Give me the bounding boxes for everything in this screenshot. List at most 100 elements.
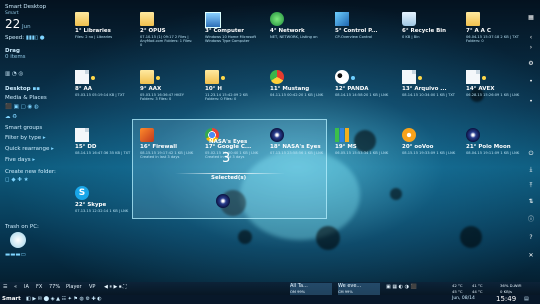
chart-icon[interactable]: ▥ xyxy=(5,71,10,77)
text-file-icon xyxy=(402,70,416,84)
chevron-right-icon[interactable]: › xyxy=(527,44,535,52)
clock-time[interactable]: 15:49 xyxy=(496,295,516,303)
desktop-icon-aac[interactable]: 7° A A C 06.04.15 15:37:18 2 KB | TXT Fo… xyxy=(466,12,528,48)
desktop-icon-google-chrome[interactable]: 17° Google C... 05.02.15 19:00:40 1 KB |… xyxy=(205,128,267,164)
download-icon[interactable]: ⤓ xyxy=(527,166,535,174)
quick-rearrange-label: Quick rearrange xyxy=(5,146,50,152)
text-file-icon xyxy=(75,70,89,84)
clock-month: Jun xyxy=(22,24,31,30)
dot-icon[interactable]: • xyxy=(527,98,535,106)
quick-rearrange-item[interactable]: Quick rearrange ▸ xyxy=(5,146,54,152)
five-days-item[interactable]: Five days ▸ xyxy=(5,157,35,163)
polo-moon-icon xyxy=(466,128,480,142)
media-places-item[interactable]: Media & Places xyxy=(5,95,47,101)
start-button[interactable]: Smart xyxy=(2,296,21,302)
item-name: 7° A A C xyxy=(466,28,491,34)
item-name: 6° Recycle Bin xyxy=(402,28,447,34)
taskbar-menu-icon[interactable]: ☰ xyxy=(3,284,7,290)
quick-ia[interactable]: IA xyxy=(24,284,29,290)
tray-icons[interactable]: ▣ ▦ ◐ ◑ ⬛ xyxy=(386,284,417,290)
desktop-icon-nasas-eyes[interactable]: 18° NASA's Eyes 07.13.15 23:58:56 1 KB |… xyxy=(270,128,332,164)
item-name: 21° Polo Moon xyxy=(466,144,511,150)
close-icon[interactable]: ✕ xyxy=(527,252,535,260)
desktop-icon-opus[interactable]: 2° OPUS 07.10.15 (1) 09:17 2 Files | Any… xyxy=(140,12,202,48)
five-days-toggle-icon[interactable]: ▸ xyxy=(32,157,35,163)
desktop-icon-network[interactable]: 4° Network NET, NETWORK, Listing on xyxy=(270,12,332,48)
create-folder-icons[interactable]: ◻ ◆ ✚ ★ xyxy=(5,177,29,183)
taskbar-prev-icon[interactable]: « xyxy=(14,284,17,290)
panel-title: Smart Desktop xyxy=(5,4,47,10)
desktop-icon-avex[interactable]: 14° AVEX 06.28.15 15:26:09 1 KB | LNK xyxy=(466,70,528,106)
panda-icon xyxy=(335,70,349,84)
desktop-icon-dd[interactable]: 15° DD 08.14.15 16:47:36 35 KB | TXT xyxy=(75,128,137,164)
quick-fx[interactable]: FX xyxy=(36,284,42,290)
item-meta: NET, NETWORK, Listing on xyxy=(270,35,318,39)
item-meta: 07.13.15 23:58:56 1 KB | LNK xyxy=(270,151,324,155)
chevron-left-icon[interactable]: ‹ xyxy=(527,34,535,42)
desktop-icon-aax[interactable]: 9° AAX 05.03.15 16:36:47 HKEY Folders: 3… xyxy=(140,70,202,106)
desktop-icon-aa[interactable]: 8° AA 05.03.15 05:19:14 KB | TXT xyxy=(75,70,137,106)
media-controls[interactable]: ◀ ⏸ ▶ ⏹ ⛶ xyxy=(104,284,127,290)
info-icon[interactable]: ⓘ xyxy=(527,216,535,224)
folder-icon xyxy=(205,70,219,84)
desktop-icon-libraries[interactable]: 1° Libraries Files: 2 no | Libraries xyxy=(75,12,137,48)
desktop-icon-ms[interactable]: 19° MS 06.05.15 15:53:34 1 KB | LNK xyxy=(335,128,397,164)
desktop-item[interactable]: Desktop ▪▪ xyxy=(5,86,40,92)
places-icons[interactable]: ⬛ ▣ ▢ ◉ ◍ xyxy=(5,104,39,110)
desktop-icon-control-panel[interactable]: 5° Control P... CP-Overview Control xyxy=(335,12,397,48)
power-icon[interactable]: ⏻ xyxy=(527,150,535,158)
quick-toggle-icon[interactable]: ▸ xyxy=(51,146,54,152)
notification-icon[interactable]: ▤ xyxy=(524,296,529,302)
desktop-icon-firewall[interactable]: 16° Firewall 08.15.15 19:17:42 1 KB | LN… xyxy=(140,128,202,164)
desktop-icon-panda[interactable]: 12° PANDA 08.14.15 14:58:20 1 KB | LNK xyxy=(335,70,397,106)
pinned-apps[interactable]: ◧ ▶ ✉ ⬤ ◈ ▲ ☷ ✦ ⚑ ◍ ⚙ ✚ ◐ xyxy=(26,296,102,302)
desktop-icon-computer[interactable]: 3° Computer Windows 10 Home Microsoft Wi… xyxy=(205,12,267,48)
trash-can-icon[interactable] xyxy=(10,232,26,248)
smart-desktop-panel: Smart Desktop Smart 22 Jun Speed: ▮▮▮▯ ●… xyxy=(0,0,66,282)
desktop-toggle-icon[interactable]: ▪▪ xyxy=(33,86,40,92)
quick-vp[interactable]: VP xyxy=(89,284,95,290)
item-name: 8° AA xyxy=(75,86,93,92)
filter-toggle-icon[interactable]: ▸ xyxy=(43,135,46,141)
text-file-icon xyxy=(466,70,480,84)
desktop-icon-arquivo[interactable]: 13° Arquivo ... 08.14.15 10:34:00 1 KB |… xyxy=(402,70,464,106)
item-name: 3° Computer xyxy=(205,28,244,34)
taskbar-window-web[interactable]: We eve... CM 99% xyxy=(338,283,380,295)
settings-icon[interactable]: ⚙ xyxy=(527,60,535,68)
quick-player[interactable]: Player xyxy=(66,284,82,290)
drag-section[interactable]: Drag 0 items xyxy=(5,48,26,60)
filter-by-type-item[interactable]: Filter by type ▸ xyxy=(5,135,46,141)
item-meta: 08.14.15 10:34:00 1 KB | TXT xyxy=(402,93,455,97)
desktop-icon-mustang[interactable]: 11° Mustang 04.11.15 00:42:20 1 KB | LNK xyxy=(270,70,332,106)
desktop-icon-skype[interactable]: S 22° Skype 07.13.15 12:32:14 1 KB | LNK xyxy=(75,186,137,222)
item-name: 12° PANDA xyxy=(335,86,369,92)
help-icon[interactable]: ? xyxy=(527,234,535,242)
desktop-label: Desktop xyxy=(5,86,31,92)
grid-icon[interactable]: ▦ xyxy=(527,14,535,22)
item-name: 4° Network xyxy=(270,28,305,34)
upload-icon[interactable]: ⤒ xyxy=(527,182,535,190)
temp-core: 41 °C xyxy=(472,283,483,288)
dragged-nasa-eyes-icon[interactable] xyxy=(216,194,230,208)
taskbar-window-all-tasks[interactable]: All Ta... OM 99% xyxy=(290,283,332,295)
speed-control[interactable]: Speed: ▮▮▮▯ ● xyxy=(5,35,45,41)
sort-icon[interactable]: ⇅ xyxy=(527,198,535,206)
panel-icons-row[interactable]: ▥ ◔ ◎ xyxy=(5,71,23,77)
desktop-icon-polo-moon[interactable]: 21° Polo Moon 08.04.15 19:11:09 1 KB | L… xyxy=(466,128,528,164)
smart-groups-item[interactable]: Smart groups xyxy=(5,125,42,131)
desktop-icon-h[interactable]: 10° H 11.23.14 15:42:09 2 KB Folders: 0 … xyxy=(205,70,267,106)
item-meta: Windows 10 Home Microsoft Windows Type C… xyxy=(205,35,257,44)
speed-slider[interactable]: ▮▮▮▯ ● xyxy=(26,35,45,41)
trash-label: Trash on PC: xyxy=(5,224,39,230)
item-name: 11° Mustang xyxy=(270,86,310,92)
clock-date[interactable]: Jun, 08/14 xyxy=(452,296,475,301)
desktop-icon-recycle-bin[interactable]: 6° Recycle Bin 0 KB | Bin xyxy=(402,12,464,48)
shortcut-icons[interactable]: ☁ ♻ xyxy=(5,114,17,120)
dot-icon[interactable]: • xyxy=(527,78,535,86)
desktop-icon-oovoo[interactable]: 20° ooVoo 08.15.15 19:33:09 1 KB | LNK xyxy=(402,128,464,164)
item-name: 22° Skype xyxy=(75,202,107,208)
item-meta: 06.28.15 15:26:09 1 KB | LNK xyxy=(466,93,520,97)
clock-icon[interactable]: ◔ xyxy=(12,71,17,77)
globe-icon[interactable]: ◎ xyxy=(19,71,24,77)
quick-volume[interactable]: 77% xyxy=(49,284,60,290)
